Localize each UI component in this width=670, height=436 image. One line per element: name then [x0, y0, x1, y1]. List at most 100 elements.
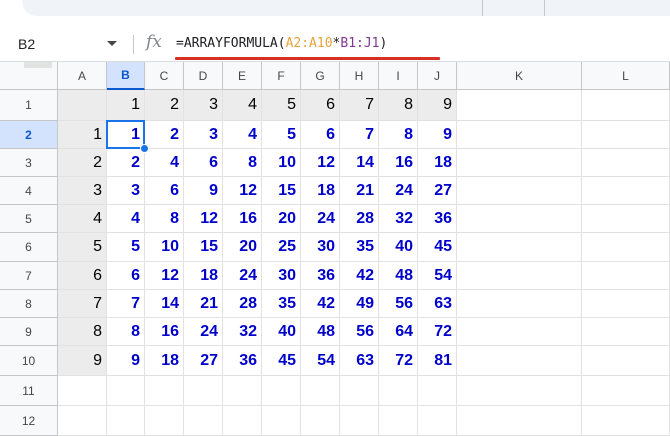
- cell-h9[interactable]: 56: [340, 318, 379, 346]
- cell-k7[interactable]: [457, 262, 582, 290]
- cell-l11[interactable]: [582, 376, 670, 406]
- cell-g2[interactable]: 6: [301, 121, 340, 149]
- cell-d2[interactable]: 3: [184, 121, 223, 149]
- cell-g11[interactable]: [301, 376, 340, 406]
- cell-i4[interactable]: 24: [379, 177, 418, 205]
- cell-l9[interactable]: [582, 318, 670, 346]
- cell-c11[interactable]: [145, 376, 184, 406]
- cell-h8[interactable]: 49: [340, 290, 379, 318]
- cell-l8[interactable]: [582, 290, 670, 318]
- cell-k10[interactable]: [457, 346, 582, 376]
- cell-k9[interactable]: [457, 318, 582, 346]
- column-header-d[interactable]: D: [184, 62, 223, 90]
- cell-e6[interactable]: 20: [223, 233, 262, 262]
- row-header-2[interactable]: 2: [0, 121, 58, 149]
- cell-k3[interactable]: [457, 149, 582, 177]
- cell-d5[interactable]: 12: [184, 205, 223, 233]
- cell-g4[interactable]: 18: [301, 177, 340, 205]
- cell-g7[interactable]: 36: [301, 262, 340, 290]
- row-header-5[interactable]: 5: [0, 205, 58, 233]
- cell-d1[interactable]: 3: [184, 90, 223, 121]
- cell-f11[interactable]: [262, 376, 301, 406]
- row-header-9[interactable]: 9: [0, 318, 58, 346]
- cell-d11[interactable]: [184, 376, 223, 406]
- cell-g12[interactable]: [301, 406, 340, 436]
- row-header-10[interactable]: 10: [0, 346, 58, 376]
- cell-a7[interactable]: 6: [58, 262, 107, 290]
- cell-l10[interactable]: [582, 346, 670, 376]
- cell-k12[interactable]: [457, 406, 582, 436]
- cell-l7[interactable]: [582, 262, 670, 290]
- cell-b1[interactable]: 1: [107, 90, 145, 121]
- cell-k5[interactable]: [457, 205, 582, 233]
- cell-b7[interactable]: 6: [107, 262, 145, 290]
- row-header-7[interactable]: 7: [0, 262, 58, 290]
- cell-c2[interactable]: 2: [145, 121, 184, 149]
- cell-b5[interactable]: 4: [107, 205, 145, 233]
- cell-i3[interactable]: 16: [379, 149, 418, 177]
- cell-f10[interactable]: 45: [262, 346, 301, 376]
- cell-h2[interactable]: 7: [340, 121, 379, 149]
- cell-j6[interactable]: 45: [418, 233, 457, 262]
- cell-l6[interactable]: [582, 233, 670, 262]
- cell-j4[interactable]: 27: [418, 177, 457, 205]
- cell-a11[interactable]: [58, 376, 107, 406]
- cell-e12[interactable]: [223, 406, 262, 436]
- cell-k1[interactable]: [457, 90, 582, 121]
- cell-h5[interactable]: 28: [340, 205, 379, 233]
- cell-j8[interactable]: 63: [418, 290, 457, 318]
- cell-b3[interactable]: 2: [107, 149, 145, 177]
- cell-i9[interactable]: 64: [379, 318, 418, 346]
- cell-l12[interactable]: [582, 406, 670, 436]
- cell-e7[interactable]: 24: [223, 262, 262, 290]
- cell-i1[interactable]: 8: [379, 90, 418, 121]
- cell-l2[interactable]: [582, 121, 670, 149]
- row-header-12[interactable]: 12: [0, 406, 58, 436]
- cell-k11[interactable]: [457, 376, 582, 406]
- row-header-3[interactable]: 3: [0, 149, 58, 177]
- column-header-j[interactable]: J: [418, 62, 457, 90]
- cell-c5[interactable]: 8: [145, 205, 184, 233]
- cell-h7[interactable]: 42: [340, 262, 379, 290]
- cell-e11[interactable]: [223, 376, 262, 406]
- fill-handle[interactable]: [140, 144, 149, 153]
- cell-b12[interactable]: [107, 406, 145, 436]
- cell-a5[interactable]: 4: [58, 205, 107, 233]
- cell-h10[interactable]: 63: [340, 346, 379, 376]
- cell-e10[interactable]: 36: [223, 346, 262, 376]
- cell-l5[interactable]: [582, 205, 670, 233]
- column-header-e[interactable]: E: [223, 62, 262, 90]
- cell-b11[interactable]: [107, 376, 145, 406]
- cell-d3[interactable]: 6: [184, 149, 223, 177]
- cell-k8[interactable]: [457, 290, 582, 318]
- cell-a10[interactable]: 9: [58, 346, 107, 376]
- column-header-l[interactable]: L: [582, 62, 670, 90]
- cell-j10[interactable]: 81: [418, 346, 457, 376]
- cell-f7[interactable]: 30: [262, 262, 301, 290]
- cell-i2[interactable]: 8: [379, 121, 418, 149]
- cell-b6[interactable]: 5: [107, 233, 145, 262]
- cell-c12[interactable]: [145, 406, 184, 436]
- cell-c9[interactable]: 16: [145, 318, 184, 346]
- cell-j2[interactable]: 9: [418, 121, 457, 149]
- cell-e5[interactable]: 16: [223, 205, 262, 233]
- formula-input[interactable]: =ARRAYFORMULA(A2:A10*B1:J1): [176, 36, 387, 51]
- cell-l3[interactable]: [582, 149, 670, 177]
- cell-d10[interactable]: 27: [184, 346, 223, 376]
- cell-h4[interactable]: 21: [340, 177, 379, 205]
- cell-f4[interactable]: 15: [262, 177, 301, 205]
- cell-c3[interactable]: 4: [145, 149, 184, 177]
- cell-f5[interactable]: 20: [262, 205, 301, 233]
- row-header-4[interactable]: 4: [0, 177, 58, 205]
- column-header-g[interactable]: G: [301, 62, 340, 90]
- cell-g6[interactable]: 30: [301, 233, 340, 262]
- cell-i12[interactable]: [379, 406, 418, 436]
- cell-c8[interactable]: 14: [145, 290, 184, 318]
- cell-g5[interactable]: 24: [301, 205, 340, 233]
- name-box[interactable]: B2: [18, 36, 35, 52]
- cell-f8[interactable]: 35: [262, 290, 301, 318]
- row-header-1[interactable]: 1: [0, 90, 58, 121]
- cell-c4[interactable]: 6: [145, 177, 184, 205]
- cell-e3[interactable]: 8: [223, 149, 262, 177]
- cell-j9[interactable]: 72: [418, 318, 457, 346]
